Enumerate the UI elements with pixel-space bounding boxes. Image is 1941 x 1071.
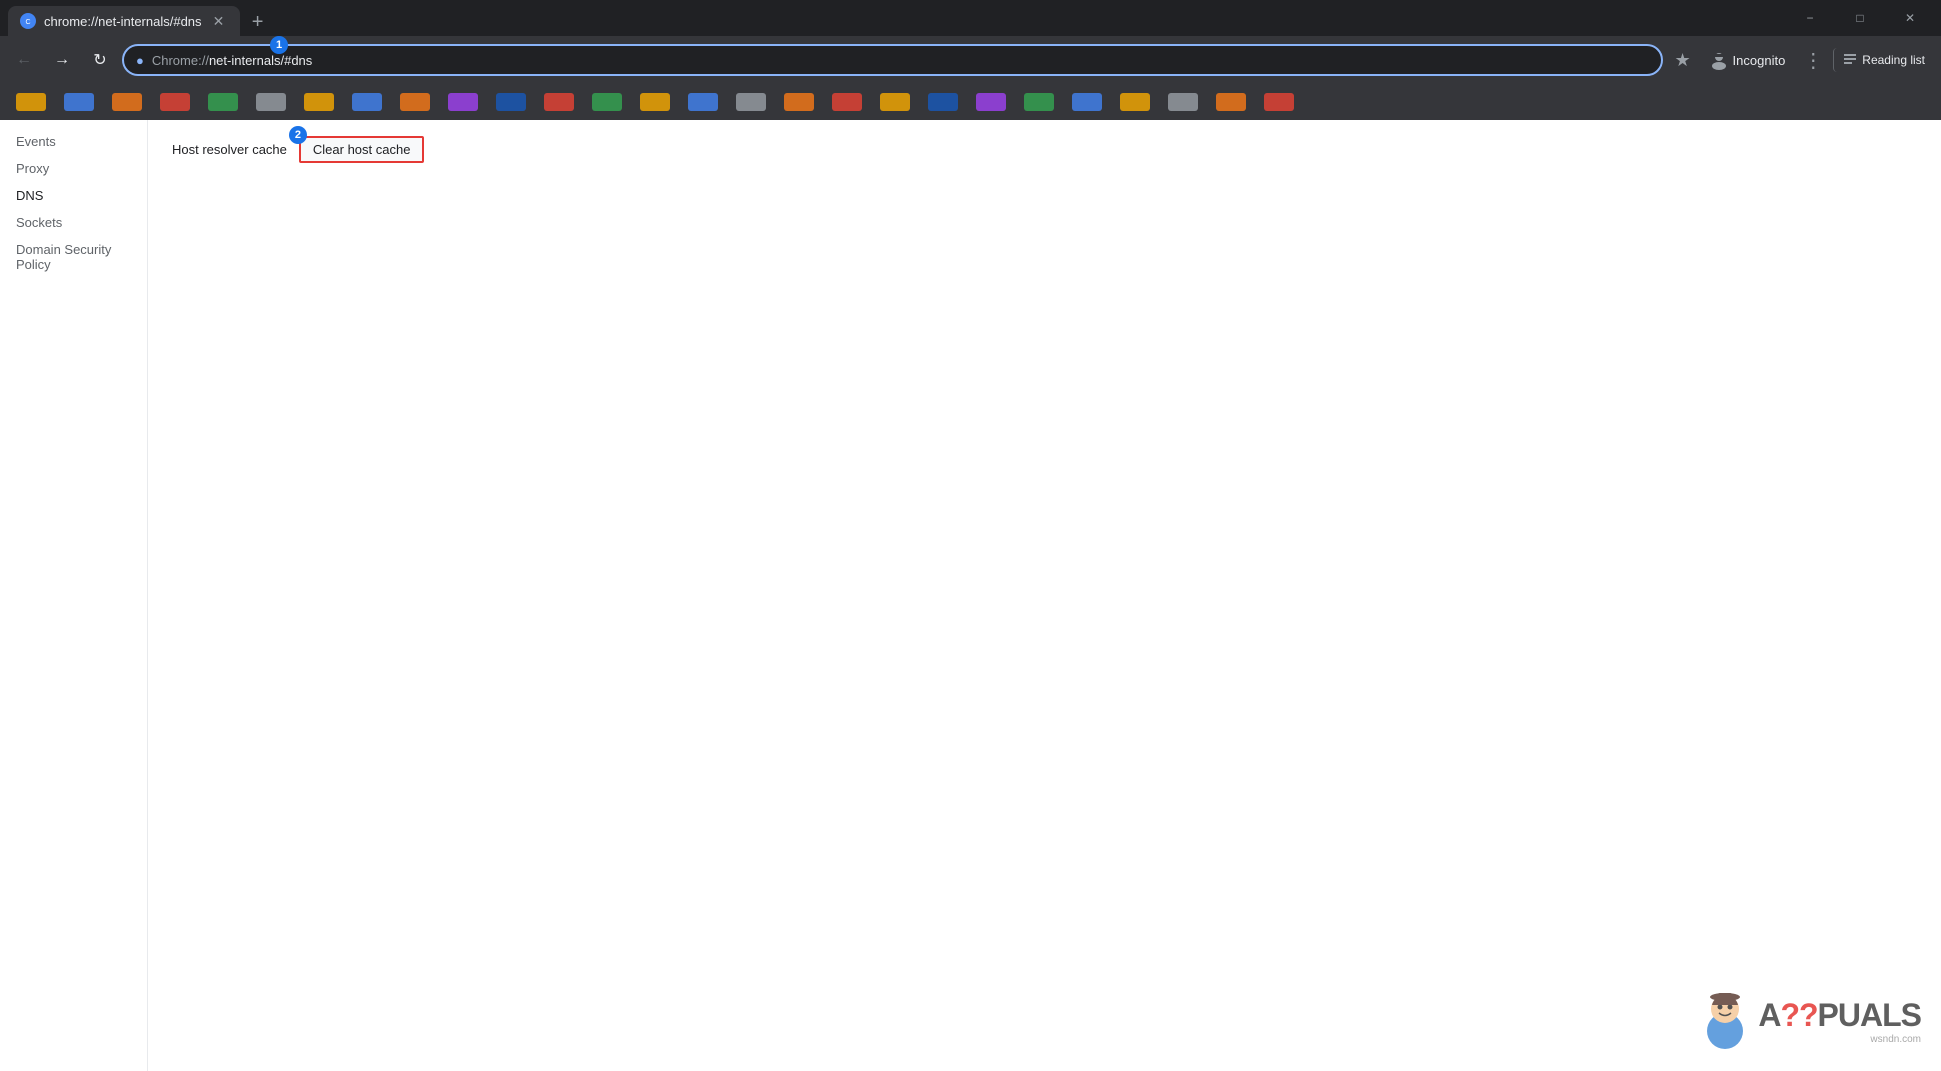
toolbar-actions: ★ Incognito ⋮ Reading list — [1669, 44, 1933, 76]
annotation-badge-1: 1 — [270, 36, 288, 54]
reading-list-label: Reading list — [1862, 53, 1925, 67]
appuals-character-icon — [1700, 991, 1750, 1051]
address-bar-wrap: 1 ● Chrome://net-internals/#dns — [122, 44, 1663, 76]
annotation-badge-2: 2 — [289, 126, 307, 144]
bookmark-3[interactable] — [104, 88, 150, 116]
toolbar: ← → ↻ 1 ● Chrome://net-internals/#dns ★ … — [0, 36, 1941, 84]
bookmark-25[interactable] — [1160, 88, 1206, 116]
bookmark-27[interactable] — [1256, 88, 1302, 116]
bookmark-12[interactable] — [536, 88, 582, 116]
bookmark-4[interactable] — [152, 88, 198, 116]
tab-favicon: C — [20, 13, 36, 29]
chrome-icon: ● — [136, 53, 144, 68]
bookmark-10[interactable] — [440, 88, 486, 116]
reading-list-icon — [1842, 52, 1858, 68]
reading-list-button[interactable]: Reading list — [1833, 48, 1933, 72]
menu-button[interactable]: ⋮ — [1797, 44, 1829, 76]
tab-title: chrome://net-internals/#dns — [44, 14, 202, 29]
bookmark-11[interactable] — [488, 88, 534, 116]
close-button[interactable]: ✕ — [1887, 0, 1933, 36]
sidebar-item-domain-security-policy[interactable]: Domain Security Policy — [0, 236, 147, 278]
bookmark-9[interactable] — [392, 88, 438, 116]
bookmark-8[interactable] — [344, 88, 390, 116]
bookmark-24[interactable] — [1112, 88, 1158, 116]
tab-close-button[interactable]: ✕ — [210, 12, 228, 30]
forward-button[interactable]: → — [46, 44, 78, 76]
clear-cache-btn-wrap: 2 Clear host cache — [299, 136, 425, 163]
bookmark-20[interactable] — [920, 88, 966, 116]
bookmark-19[interactable] — [872, 88, 918, 116]
url-highlight: net-internals/#dns — [209, 53, 312, 68]
bookmark-2[interactable] — [56, 88, 102, 116]
bookmark-22[interactable] — [1016, 88, 1062, 116]
watermark-logo-text: A??PUALS — [1758, 997, 1921, 1034]
svg-text:C: C — [25, 19, 30, 26]
clear-host-cache-button[interactable]: Clear host cache — [299, 136, 425, 163]
back-button[interactable]: ← — [8, 44, 40, 76]
sidebar: Events Proxy DNS Sockets Domain Security… — [0, 120, 148, 1071]
incognito-button[interactable]: Incognito — [1701, 46, 1794, 74]
reload-button[interactable]: ↻ — [84, 44, 116, 76]
title-bar: C chrome://net-internals/#dns ✕ + − □ ✕ — [0, 0, 1941, 36]
bookmark-17[interactable] — [776, 88, 822, 116]
dns-section: Host resolver cache 2 Clear host cache — [172, 136, 1917, 163]
bookmark-button[interactable]: ★ — [1669, 46, 1697, 74]
bookmark-21[interactable] — [968, 88, 1014, 116]
watermark: A??PUALS wsndn.com — [1700, 991, 1921, 1051]
bookmarks-bar — [0, 84, 1941, 120]
sidebar-item-sockets[interactable]: Sockets — [0, 209, 147, 236]
incognito-icon — [1709, 50, 1729, 70]
bookmark-5[interactable] — [200, 88, 246, 116]
bookmark-1[interactable] — [8, 88, 54, 116]
sidebar-item-proxy[interactable]: Proxy — [0, 155, 147, 182]
bookmark-26[interactable] — [1208, 88, 1254, 116]
incognito-label: Incognito — [1733, 53, 1786, 68]
section-label: Host resolver cache — [172, 142, 287, 157]
bookmark-23[interactable] — [1064, 88, 1110, 116]
address-bar[interactable]: ● Chrome://net-internals/#dns — [122, 44, 1663, 76]
bookmark-13[interactable] — [584, 88, 630, 116]
window-controls: − □ ✕ — [1787, 0, 1933, 36]
bookmark-16[interactable] — [728, 88, 774, 116]
bookmark-15[interactable] — [680, 88, 726, 116]
bookmark-6[interactable] — [248, 88, 294, 116]
new-tab-button[interactable]: + — [244, 8, 272, 36]
sidebar-item-dns[interactable]: DNS — [0, 182, 147, 209]
active-tab[interactable]: C chrome://net-internals/#dns ✕ — [8, 6, 240, 36]
url-prefix: Chrome:// — [152, 53, 209, 68]
bookmark-18[interactable] — [824, 88, 870, 116]
minimize-button[interactable]: − — [1787, 0, 1833, 36]
watermark-site: wsndn.com — [1758, 1034, 1921, 1045]
address-text: Chrome://net-internals/#dns — [152, 53, 312, 68]
main-content: Host resolver cache 2 Clear host cache — [148, 120, 1941, 1071]
bookmark-7[interactable] — [296, 88, 342, 116]
page-body: Events Proxy DNS Sockets Domain Security… — [0, 120, 1941, 1071]
maximize-button[interactable]: □ — [1837, 0, 1883, 36]
sidebar-item-events[interactable]: Events — [0, 128, 147, 155]
bookmark-14[interactable] — [632, 88, 678, 116]
